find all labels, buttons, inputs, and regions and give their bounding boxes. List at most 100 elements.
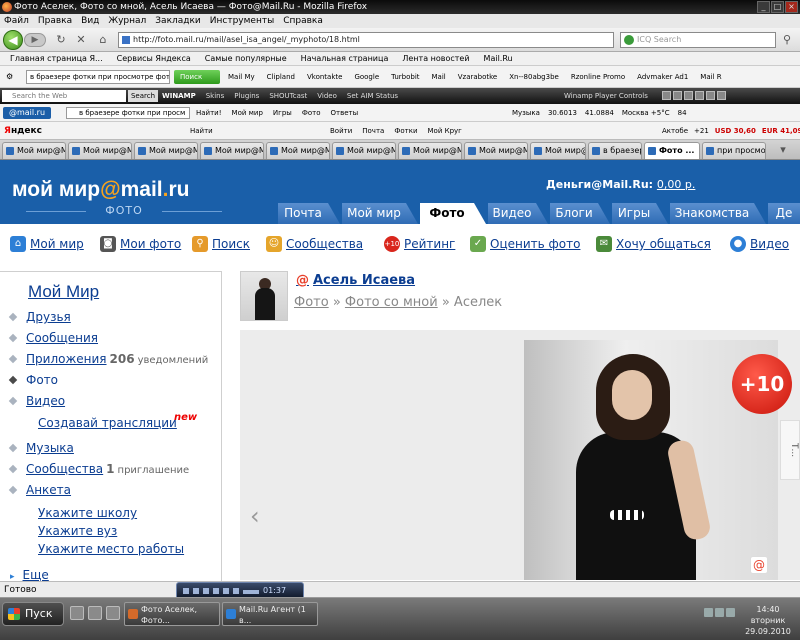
yandex-settings-icon[interactable]: ⚙ — [6, 66, 13, 87]
mailru-link[interactable]: Мой мир — [232, 109, 263, 117]
yandex-link[interactable]: Vzarabotke — [458, 73, 498, 81]
quicklaunch-desktop-icon[interactable] — [70, 606, 84, 620]
breadcrumb-photo-with-me[interactable]: Фото со мной — [345, 295, 438, 310]
subnav-video[interactable]: ● Видео — [730, 234, 789, 254]
yandex-link[interactable]: Rzonline Promo — [571, 73, 625, 81]
yandex-link[interactable]: Google — [354, 73, 379, 81]
bookmark-item[interactable]: Начальная страница — [301, 54, 389, 63]
taskbar-task-firefox[interactable]: Фото Аселек, Фото... — [124, 602, 220, 626]
sidebar-sub-school[interactable]: Укажите школу — [38, 504, 137, 522]
quicklaunch-browser-icon[interactable] — [88, 606, 102, 620]
header-tab-more[interactable]: Де — [768, 203, 800, 224]
browser-tab[interactable]: в браезере ... — [588, 142, 642, 159]
yandex-bar2-link[interactable]: Почта — [362, 127, 384, 135]
yandex-bar2-widget[interactable]: Актобе — [662, 127, 688, 135]
yandex-link[interactable]: Mail My — [228, 73, 255, 81]
search-icon[interactable]: ⚲ — [780, 33, 794, 47]
yandex-bar2-widget[interactable]: EUR 41,09 — [762, 127, 800, 135]
sidebar-item-photo[interactable]: Фото — [8, 371, 58, 389]
yandex-search-combo[interactable]: в браезере фотки при просмотре фотогр — [26, 70, 170, 84]
browser-tab[interactable]: Мой мир@M... — [530, 142, 586, 159]
mailru-logo[interactable]: @mail.ru — [3, 107, 51, 119]
menu-edit[interactable]: Правка — [38, 16, 72, 26]
subnav-communities[interactable]: ☺ Сообщества — [266, 234, 363, 254]
header-tab-photo[interactable]: Фото — [420, 203, 486, 224]
yandex-link[interactable]: Xn--80abg3be — [509, 73, 559, 81]
tray-network-icon[interactable] — [704, 608, 713, 617]
browser-tab[interactable]: Мой мир@M... — [200, 142, 264, 159]
sidebar-item-messages[interactable]: Сообщения — [8, 329, 98, 347]
winamp-link[interactable]: Plugins — [234, 92, 259, 100]
subnav-rating[interactable]: +10 Рейтинг — [384, 234, 455, 254]
bookmark-item[interactable]: Mail.Ru — [484, 54, 513, 63]
forward-button[interactable]: ▶ — [24, 33, 46, 47]
stop-track-icon[interactable] — [695, 91, 704, 100]
sidebar-item-communities[interactable]: Сообщества 1 приглашение — [8, 460, 189, 478]
sidebar-item-apps[interactable]: Приложения 206 уведомлений — [8, 350, 208, 368]
back-button[interactable]: ◀ — [3, 30, 23, 50]
minimize-button[interactable]: _ — [757, 1, 770, 13]
stop-icon[interactable]: ✕ — [74, 33, 88, 47]
mp-pause-icon[interactable] — [213, 588, 219, 594]
winamp-link[interactable]: SHOUTcast — [269, 92, 307, 100]
mailru-widget[interactable]: 30.6013 — [548, 109, 577, 117]
bookmark-item[interactable]: Самые популярные — [205, 54, 287, 63]
yandex-link[interactable]: Vkontakte — [307, 73, 342, 81]
menu-file[interactable]: Файл — [4, 16, 29, 26]
browser-tab[interactable]: Мой мир@M... — [332, 142, 396, 159]
next-track-icon[interactable] — [706, 91, 715, 100]
bookmark-item[interactable]: Сервисы Яндекса — [117, 54, 191, 63]
sidebar-item-friends[interactable]: Друзья — [8, 308, 71, 326]
winamp-link[interactable]: Set AIM Status — [347, 92, 398, 100]
address-bar[interactable]: http://foto.mail.ru/mail/asel_isa_angel/… — [118, 32, 614, 48]
yandex-link[interactable]: Advmaker Ad1 — [637, 73, 688, 81]
header-tab-games[interactable]: Игры — [612, 203, 668, 224]
tray-agent-icon[interactable] — [726, 608, 735, 617]
yandex-bar2-link[interactable]: Войти — [330, 127, 352, 135]
yandex-link[interactable]: Mail — [432, 73, 446, 81]
yandex-find-button[interactable]: Найти — [190, 122, 213, 139]
mp-prev-icon[interactable] — [183, 588, 189, 594]
mailru-link[interactable]: Фото — [302, 109, 321, 117]
subnav-want-chat[interactable]: ✉ Хочу общаться — [596, 234, 711, 254]
sidebar-item-profile[interactable]: Анкета — [8, 481, 71, 499]
mp-next-icon[interactable] — [233, 588, 239, 594]
profile-name[interactable]: @ Асель Исаева — [296, 273, 415, 288]
reload-icon[interactable]: ↻ — [54, 33, 68, 47]
subnav-my-world[interactable]: ⌂ Мой мир — [10, 234, 84, 254]
search-box[interactable]: ICQ Search — [620, 32, 776, 48]
mailru-widget[interactable]: 41.0884 — [585, 109, 614, 117]
mail-share-icon[interactable]: @ — [750, 556, 768, 574]
header-tab-video[interactable]: Видео — [488, 203, 548, 224]
menu-tools[interactable]: Инструменты — [210, 16, 274, 26]
tray-volume-icon[interactable] — [715, 608, 724, 617]
yandex-link[interactable]: Mail R — [700, 73, 721, 81]
sidebar-title[interactable]: Мой Мир — [28, 282, 99, 302]
money-value[interactable]: 0,00 р. — [657, 178, 695, 191]
bookmark-item[interactable]: Лента новостей — [402, 54, 469, 63]
yandex-link[interactable]: Turbobit — [391, 73, 419, 81]
subnav-search[interactable]: ⚲ Поиск — [192, 234, 250, 254]
sidebar-more[interactable]: ▸ Еще — [10, 566, 49, 581]
mailru-link[interactable]: Игры — [273, 109, 292, 117]
quicklaunch-media-icon[interactable] — [106, 606, 120, 620]
sidebar-item-music[interactable]: Музыка — [8, 439, 74, 457]
clock[interactable]: 14:40 вторник 29.09.2010 — [740, 604, 796, 637]
header-tab-my-world[interactable]: Мой мир — [342, 203, 418, 224]
prev-track-icon[interactable] — [662, 91, 671, 100]
sidebar-item-video[interactable]: Видео — [8, 392, 65, 410]
browser-tab[interactable]: Мой мир@M... — [266, 142, 330, 159]
subnav-my-photos[interactable]: ◙ Мои фото — [100, 234, 181, 254]
previous-photo-arrow-icon[interactable]: ‹ — [250, 502, 260, 530]
mailru-widget[interactable]: Музыка — [512, 109, 540, 117]
taskbar-task-agent[interactable]: Mail.Ru Агент (1 в... — [222, 602, 318, 626]
mp-seek-slider[interactable] — [243, 590, 259, 594]
sidebar-sub-university[interactable]: Укажите вуз — [38, 522, 117, 540]
mp-stop-icon[interactable] — [223, 588, 229, 594]
browser-tab[interactable]: Мой мир@M... — [398, 142, 462, 159]
yandex-bar2-widget[interactable]: +21 — [694, 127, 709, 135]
yandex-link[interactable]: Clipland — [267, 73, 295, 81]
mailru-link[interactable]: Найти! — [196, 109, 222, 117]
winamp-link[interactable]: Video — [317, 92, 337, 100]
yandex-bar2-link[interactable]: Фотки — [394, 127, 417, 135]
